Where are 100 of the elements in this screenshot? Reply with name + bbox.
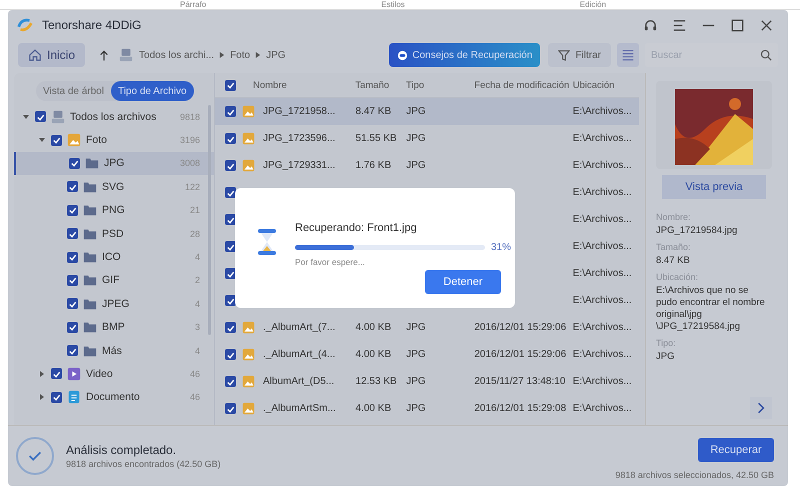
- recover-button[interactable]: Recuperar: [698, 438, 774, 462]
- menu-icon[interactable]: [672, 18, 687, 32]
- folder-icon: [83, 273, 97, 288]
- folder-icon: [83, 250, 97, 264]
- next-button[interactable]: [750, 397, 772, 419]
- tree-label: JPG: [104, 157, 126, 170]
- filter-button[interactable]: Filtrar: [548, 43, 611, 67]
- close-icon[interactable]: [759, 18, 774, 32]
- checkbox[interactable]: [225, 295, 236, 306]
- tip-icon: [397, 50, 408, 60]
- checkbox[interactable]: [225, 106, 236, 117]
- table-cell-text: 2016/12/01 15:29:06: [474, 322, 568, 333]
- checkbox[interactable]: [67, 274, 78, 286]
- checkbox[interactable]: [67, 204, 78, 216]
- preview-button[interactable]: Vista previa: [662, 175, 766, 199]
- status-subtitle: 9818 archivos encontrados (42.50 GB): [66, 459, 221, 469]
- table-cell-text: JPG: [406, 106, 427, 117]
- view-tab[interactable]: Tipo de Archivo: [110, 81, 194, 101]
- checkbox[interactable]: [67, 252, 78, 263]
- stop-button[interactable]: Detener: [425, 270, 501, 294]
- checkbox[interactable]: [225, 322, 236, 333]
- home-button[interactable]: Inicio: [18, 43, 86, 67]
- video-icon: [67, 366, 81, 381]
- checkbox[interactable]: [51, 134, 62, 146]
- checkbox[interactable]: [67, 298, 78, 310]
- checkbox[interactable]: [69, 158, 80, 169]
- tree-item[interactable]: Documento 46: [14, 386, 214, 410]
- tree-label: Foto: [86, 134, 108, 146]
- tree-item[interactable]: BMP 3: [14, 316, 214, 339]
- table-cell-text: E:\Archivos...: [572, 268, 633, 279]
- table-cell-text: E:\Archivos...: [572, 349, 633, 360]
- checkbox[interactable]: [225, 133, 236, 144]
- item-count: 21: [190, 205, 200, 216]
- folder-icon: [83, 180, 97, 194]
- table-cell-text: JPG: [406, 403, 427, 414]
- checkbox[interactable]: [67, 322, 78, 333]
- view-tab[interactable]: Vista de árbol: [36, 81, 111, 101]
- table-cell-text: E:\Archivos...: [572, 403, 633, 414]
- tree-item[interactable]: Foto 3196: [14, 128, 214, 152]
- tree-item[interactable]: PNG 21: [14, 198, 214, 222]
- checkbox[interactable]: [35, 111, 46, 122]
- column-header[interactable]: Tamaño: [355, 80, 406, 90]
- headset-icon[interactable]: [643, 18, 658, 32]
- maximize-icon[interactable]: [730, 18, 745, 32]
- table-cell-text: 12.53 KB: [356, 376, 398, 387]
- expanded-triangle-icon[interactable]: [22, 112, 30, 121]
- collapsed-triangle-icon[interactable]: [38, 370, 46, 378]
- table-cell-text: 51.55 KB: [356, 133, 398, 144]
- column-header[interactable]: Fecha de modificación: [474, 80, 573, 90]
- checkbox[interactable]: [225, 214, 236, 225]
- tree-item[interactable]: PSD 28: [14, 222, 214, 246]
- table-cell-text: E:\Archivos...: [572, 322, 633, 333]
- column-header[interactable]: Ubicación: [572, 80, 639, 90]
- checkbox[interactable]: [225, 241, 236, 252]
- table-cell-text: JPG_1723596...: [263, 133, 336, 144]
- breadcrumb-item[interactable]: JPG: [266, 50, 286, 60]
- table-cell-text: JPG_1729331...: [263, 160, 336, 171]
- table-cell-text: E:\Archivos...: [572, 160, 633, 171]
- selected-row[interactable]: JPG_1721958... 8.47 KB JPG E:\Archivos...: [215, 98, 639, 125]
- list-view-button[interactable]: [617, 43, 639, 67]
- table-cell-text: AlbumArt_(D5...: [263, 376, 336, 387]
- collapsed-triangle-icon[interactable]: [38, 393, 46, 402]
- tree-item[interactable]: JPEG 4: [14, 292, 214, 316]
- checkbox[interactable]: [51, 392, 62, 403]
- checkbox[interactable]: [225, 187, 236, 198]
- breadcrumb-item[interactable]: Foto: [230, 50, 250, 60]
- tree-item[interactable]: Video 46: [14, 362, 214, 386]
- column-header[interactable]: Tipo: [406, 80, 474, 90]
- checkbox[interactable]: [225, 376, 236, 387]
- table-cell-text: E:\Archivos...: [572, 133, 633, 144]
- checkbox[interactable]: [225, 160, 236, 171]
- checkbox[interactable]: [67, 181, 78, 192]
- tree-label: BMP: [102, 321, 126, 334]
- tree-item[interactable]: SVG 122: [14, 175, 214, 199]
- image-file-icon: [242, 348, 255, 361]
- table-cell-text: JPG: [406, 349, 427, 360]
- search-icon[interactable]: [760, 49, 772, 61]
- checkbox[interactable]: [67, 345, 78, 356]
- up-arrow-icon[interactable]: [99, 48, 110, 62]
- checkbox[interactable]: [67, 228, 78, 240]
- checkbox[interactable]: [225, 349, 236, 360]
- breadcrumb-item[interactable]: Todos los archi...: [139, 50, 214, 60]
- tree-item[interactable]: Más 4: [14, 338, 214, 362]
- column-header[interactable]: Nombre: [253, 80, 356, 90]
- tree-item[interactable]: ICO 4: [14, 245, 214, 269]
- checkbox[interactable]: [225, 403, 236, 414]
- checkbox[interactable]: [225, 80, 236, 90]
- item-count: 2: [194, 275, 200, 286]
- recovery-tips-button[interactable]: Consejos de Recuperación: [389, 43, 540, 67]
- checkbox[interactable]: [51, 368, 62, 380]
- item-count: 46: [190, 368, 200, 379]
- selection-summary: 9818 archivos seleccionados, 42.50 GB: [615, 470, 774, 480]
- folder-icon: [83, 226, 97, 241]
- field-value: JPG: [656, 351, 676, 363]
- expanded-triangle-icon[interactable]: [38, 136, 46, 144]
- ribbon-group-label: Estilos: [381, 0, 405, 9]
- tree-item[interactable]: GIF 2: [14, 268, 214, 292]
- tree-item[interactable]: JPG 3008: [14, 152, 214, 176]
- checkbox[interactable]: [225, 268, 236, 279]
- tree-item[interactable]: Todos los archivos 9818: [14, 105, 214, 128]
